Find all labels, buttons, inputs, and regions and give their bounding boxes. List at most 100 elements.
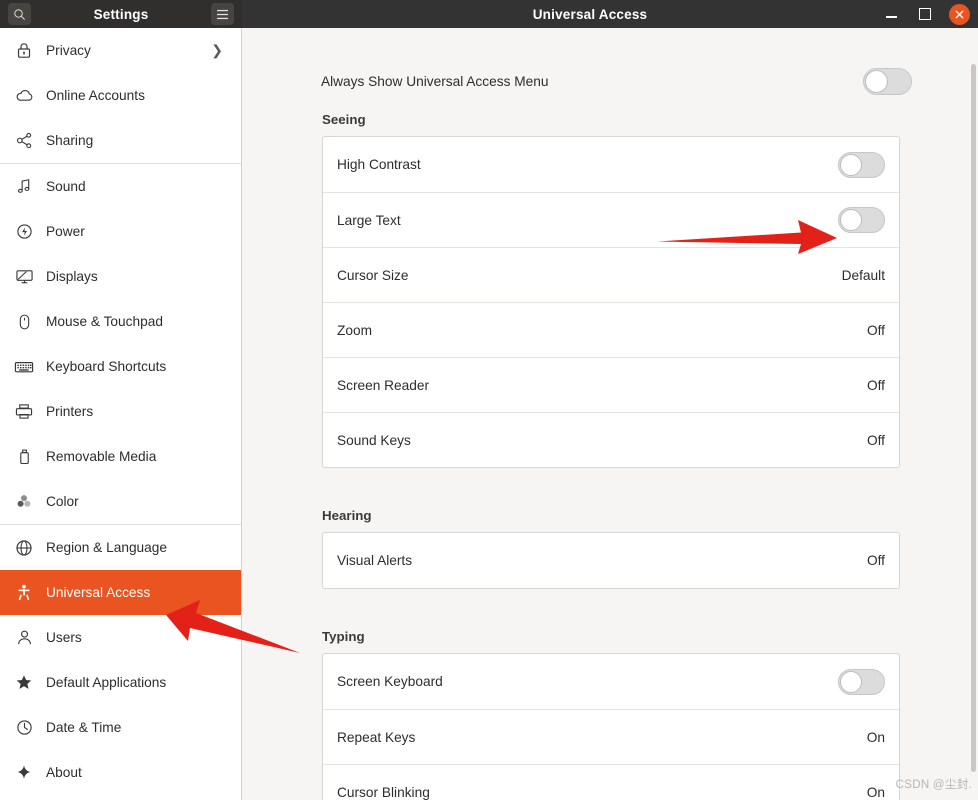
- sidebar-item-label: Online Accounts: [46, 88, 145, 103]
- sidebar-item-label: Keyboard Shortcuts: [46, 359, 167, 374]
- sidebar-item-sound[interactable]: Sound: [0, 164, 241, 209]
- row-label: Screen Reader: [337, 377, 430, 393]
- sidebar-item-label: Privacy: [46, 43, 91, 58]
- screen-keyboard-toggle[interactable]: [838, 668, 885, 695]
- large-text-toggle[interactable]: [838, 207, 885, 233]
- sidebar-item-removable-media[interactable]: Removable Media: [0, 434, 241, 479]
- row-value: Off: [866, 553, 885, 568]
- section-title-hearing: Hearing: [322, 508, 372, 523]
- row-visual-alerts[interactable]: Visual Alerts Off: [323, 533, 899, 588]
- page-title: Settings: [93, 6, 149, 22]
- search-icon: [14, 8, 25, 20]
- row-label: Sound Keys: [337, 432, 411, 448]
- row-label: Cursor Blinking: [337, 784, 430, 800]
- window-header: Universal Access: [242, 0, 978, 28]
- sidebar-item-label: Universal Access: [46, 585, 151, 600]
- sidebar-item-color[interactable]: Color: [0, 479, 241, 524]
- sidebar-item-label: Sound: [46, 179, 86, 194]
- vertical-scrollbar[interactable]: [971, 64, 976, 772]
- row-value: Default: [841, 267, 885, 283]
- clock-icon: [14, 718, 34, 738]
- sidebar-item-users[interactable]: Users: [0, 615, 241, 660]
- sidebar-item-default-applications[interactable]: Default Applications: [0, 660, 241, 705]
- sidebar-item-printers[interactable]: Printers: [0, 389, 241, 434]
- keyboard-icon: [14, 357, 34, 377]
- maximize-button[interactable]: [915, 4, 935, 24]
- typing-card: Screen Keyboard Repeat Keys On Cursor Bl…: [322, 653, 900, 800]
- sidebar-item-date-time[interactable]: Date & Time: [0, 705, 241, 750]
- section-title-typing: Typing: [322, 629, 365, 644]
- sidebar-item-mouse-touchpad[interactable]: Mouse & Touchpad: [0, 299, 241, 344]
- sidebar-item-about[interactable]: About: [0, 750, 241, 795]
- sidebar-item-label: Removable Media: [46, 449, 157, 464]
- mouse-icon: [14, 312, 34, 332]
- row-cursor-size[interactable]: Cursor Size Default: [323, 247, 899, 302]
- row-high-contrast[interactable]: High Contrast: [323, 137, 899, 192]
- row-screen-keyboard[interactable]: Screen Keyboard: [323, 654, 899, 709]
- hamburger-menu-icon: [217, 9, 228, 19]
- printer-icon: [14, 402, 34, 422]
- row-label: Cursor Size: [337, 267, 409, 283]
- sidebar-item-displays[interactable]: Displays: [0, 254, 241, 299]
- row-screen-reader[interactable]: Screen Reader Off: [323, 357, 899, 412]
- sidebar-item-label: Region & Language: [46, 540, 168, 555]
- main-panel: Always Show Universal Access Menu Seeing…: [243, 28, 978, 800]
- row-large-text[interactable]: Large Text: [323, 192, 899, 247]
- row-repeat-keys[interactable]: Repeat Keys On: [323, 709, 899, 764]
- sidebar-item-label: Displays: [46, 269, 98, 284]
- sidebar-item-region-language[interactable]: Region & Language: [0, 525, 241, 570]
- usb-drive-icon: [14, 447, 34, 467]
- share-nodes-icon: [14, 131, 34, 151]
- always-show-menu-toggle[interactable]: [863, 67, 912, 95]
- sidebar-item-universal-access[interactable]: Universal Access: [0, 570, 241, 615]
- monitor-icon: [14, 267, 34, 287]
- sidebar-item-privacy[interactable]: Privacy ❯: [0, 28, 241, 73]
- sidebar-item-online-accounts[interactable]: Online Accounts: [0, 73, 241, 118]
- chevron-right-icon: ❯: [211, 42, 223, 58]
- row-value: Off: [866, 432, 885, 448]
- sidebar-item-label: Default Applications: [46, 675, 167, 690]
- row-value: On: [866, 729, 885, 745]
- row-label: Repeat Keys: [337, 729, 416, 745]
- color-circles-icon: [14, 492, 34, 512]
- toggle-knob: [840, 670, 862, 693]
- cloud-icon: [14, 86, 34, 106]
- sidebar-item-label: Sharing: [46, 133, 94, 148]
- person-icon: [14, 628, 34, 648]
- row-zoom[interactable]: Zoom Off: [323, 302, 899, 357]
- close-button[interactable]: [949, 3, 970, 25]
- close-icon: [955, 10, 964, 18]
- row-value: On: [866, 784, 885, 800]
- row-value: Off: [866, 322, 885, 338]
- toggle-knob: [840, 209, 862, 231]
- search-button[interactable]: [8, 3, 31, 25]
- high-contrast-toggle[interactable]: [838, 151, 885, 178]
- always-show-menu-row[interactable]: Always Show Universal Access Menu: [243, 54, 978, 108]
- sidebar-item-label: Date & Time: [46, 720, 122, 735]
- sidebar-item-label: Power: [46, 224, 85, 239]
- sidebar[interactable]: Privacy ❯ Online Accounts Sharing Sound …: [0, 28, 242, 800]
- sparkle-icon: [14, 763, 34, 783]
- toggle-knob: [865, 69, 888, 93]
- section-title-seeing: Seeing: [322, 112, 366, 127]
- window-title: Universal Access: [532, 6, 648, 22]
- accessibility-icon: [14, 583, 34, 603]
- menu-button[interactable]: [211, 3, 234, 25]
- sidebar-item-keyboard-shortcuts[interactable]: Keyboard Shortcuts: [0, 344, 241, 389]
- sidebar-header: Settings: [0, 0, 242, 28]
- minimize-button[interactable]: [881, 4, 901, 24]
- hearing-card: Visual Alerts Off: [322, 532, 900, 589]
- sidebar-item-label: About: [46, 765, 82, 780]
- globe-icon: [14, 538, 34, 558]
- sidebar-item-label: Mouse & Touchpad: [46, 314, 163, 329]
- row-sound-keys[interactable]: Sound Keys Off: [323, 412, 899, 467]
- always-show-menu-label: Always Show Universal Access Menu: [321, 73, 549, 89]
- sidebar-item-label: Users: [46, 630, 82, 645]
- sidebar-item-sharing[interactable]: Sharing: [0, 118, 241, 163]
- sidebar-item-power[interactable]: Power: [0, 209, 241, 254]
- seeing-card: High Contrast Large Text Cursor Size Def…: [322, 136, 900, 468]
- row-label: Zoom: [337, 322, 372, 338]
- row-cursor-blinking[interactable]: Cursor Blinking On: [323, 764, 899, 800]
